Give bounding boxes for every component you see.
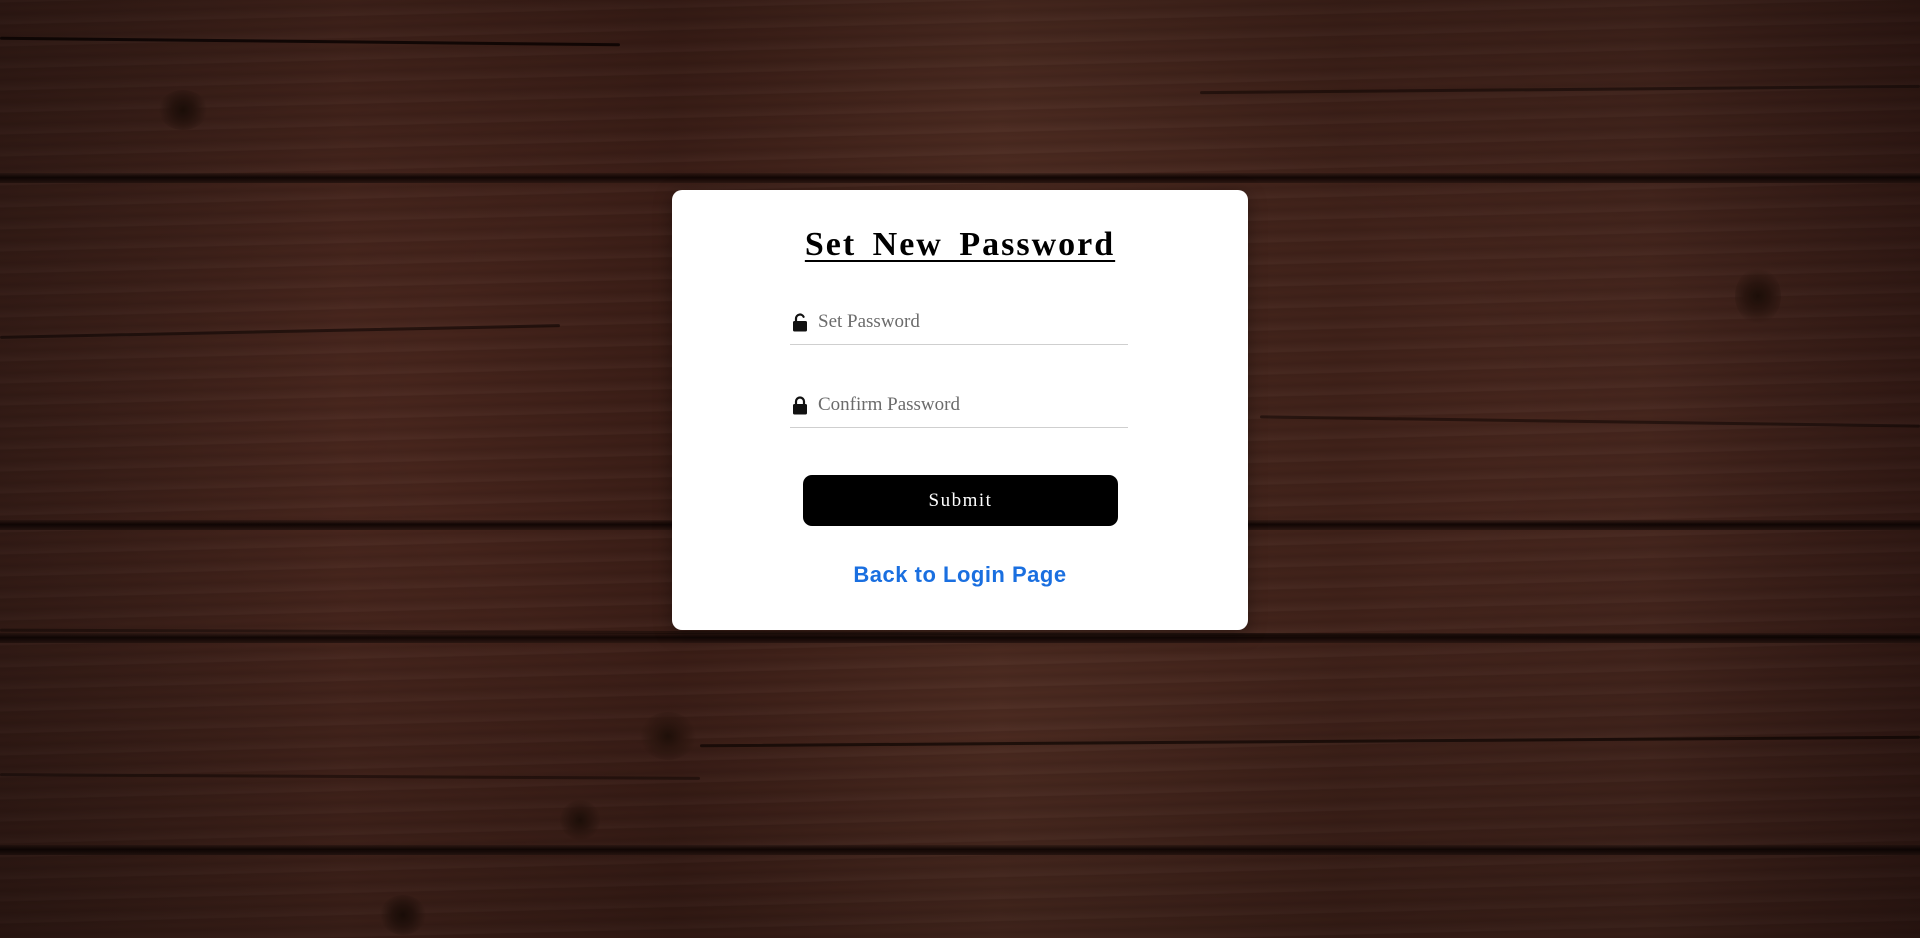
page-title-text: Set New Password (804, 226, 1116, 263)
page-title: Set New Password (672, 226, 1248, 264)
lock-open-icon (790, 311, 810, 333)
confirm-password-input[interactable] (818, 383, 1128, 427)
set-password-input[interactable] (818, 300, 1128, 344)
lock-closed-icon (790, 394, 810, 416)
set-password-field (790, 300, 1128, 345)
back-to-login-link[interactable]: Back to Login Page (672, 562, 1248, 588)
confirm-password-field (790, 383, 1128, 428)
submit-button[interactable]: Submit (803, 475, 1118, 526)
set-password-card: Set New Password Submit Back to Login Pa… (672, 190, 1248, 630)
